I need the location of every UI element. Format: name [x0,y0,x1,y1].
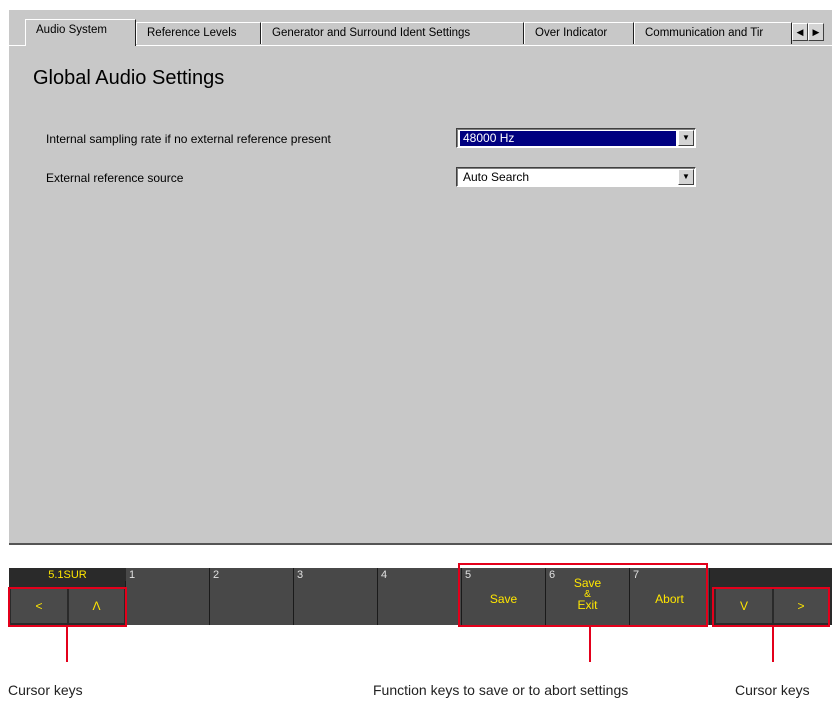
key-number: 7 [633,569,640,581]
caption-function-keys: Function keys to save or to abort settin… [373,682,629,698]
sampling-rate-label: Internal sampling rate if no external re… [46,132,331,146]
callout-line-middle [589,627,591,662]
cursor-up-key[interactable]: Λ [69,589,124,623]
save-exit-label-line3: Exit [577,598,598,612]
mode-indicator: 5.1SUR [48,569,87,581]
dropdown-arrow-icon[interactable]: ▼ [678,169,694,185]
sampling-rate-value: 48000 Hz [459,130,677,147]
reference-source-select[interactable]: Auto Search ▼ [456,167,696,187]
key-number: 3 [297,569,304,581]
callout-line-right [772,627,774,662]
reference-source-value: Auto Search [463,170,530,184]
function-key-2[interactable]: 2 [210,568,294,625]
key-number: 5 [465,569,472,581]
key-number: 2 [213,569,220,581]
tab-scroll-left-button[interactable]: ◀ [792,23,808,41]
tab-bar: Audio System Reference Levels Generator … [9,10,832,46]
tab-generator-surround-ident[interactable]: Generator and Surround Ident Settings [261,22,524,44]
cursor-right-key[interactable]: > [774,589,828,623]
sampling-rate-select[interactable]: 48000 Hz ▼ [456,128,696,148]
cursor-block-left: 5.1SUR < Λ [9,568,126,625]
tab-reference-levels[interactable]: Reference Levels [136,22,261,44]
save-button[interactable]: 5 Save [462,568,546,625]
cursor-block-right: V > [710,568,832,625]
tab-communication[interactable]: Communication and Tir [634,22,792,44]
save-exit-label-line1: Save [573,576,602,590]
settings-window: Audio System Reference Levels Generator … [9,10,832,545]
save-exit-button[interactable]: 6 Save & Exit [546,568,630,625]
function-key-3[interactable]: 3 [294,568,378,625]
tab-divider [136,45,832,46]
callout-line-left [66,627,68,662]
abort-label: Abort [655,592,684,606]
save-label: Save [489,592,518,606]
tab-divider [9,45,25,46]
reference-source-label: External reference source [46,171,184,185]
key-number: 4 [381,569,388,581]
caption-cursor-keys-left: Cursor keys [8,682,83,698]
caption-cursor-keys-right: Cursor keys [735,682,810,698]
tab-over-indicator[interactable]: Over Indicator [524,22,634,44]
tab-scroll-right-button[interactable]: ▶ [808,23,824,41]
key-number: 1 [129,569,136,581]
function-key-1[interactable]: 1 [126,568,210,625]
abort-button[interactable]: 7 Abort [630,568,710,625]
function-key-4[interactable]: 4 [378,568,462,625]
dropdown-arrow-icon[interactable]: ▼ [678,130,694,146]
cursor-down-key[interactable]: V [716,589,772,623]
tab-audio-system[interactable]: Audio System [25,19,136,46]
cursor-left-key[interactable]: < [11,589,67,623]
page-title: Global Audio Settings [33,67,225,89]
function-key-bar: 5.1SUR < Λ 1 2 3 4 5 Save 6 Save & Exit … [9,568,832,625]
